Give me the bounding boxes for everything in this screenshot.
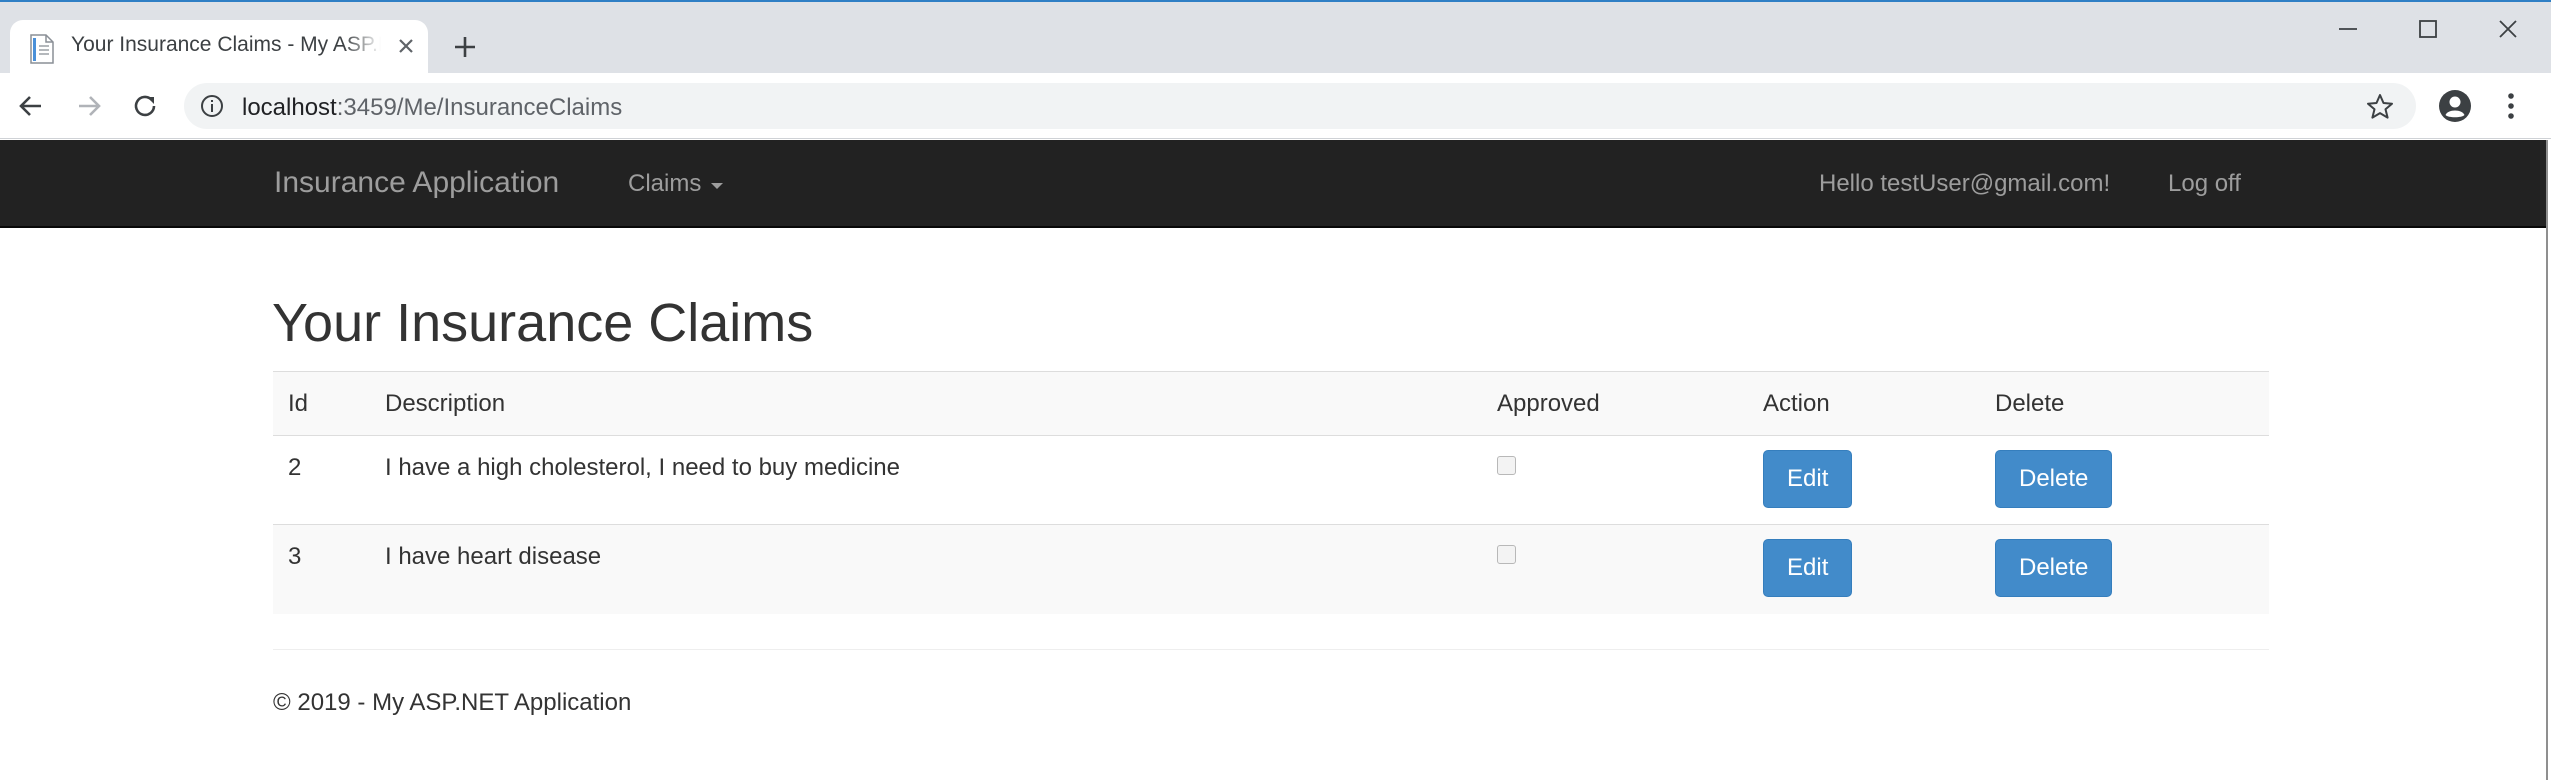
maximize-icon[interactable] xyxy=(2413,14,2443,44)
claims-table: Id Description Approved Action Delete 2 … xyxy=(273,371,2269,614)
navbar-brand[interactable]: Insurance Application xyxy=(274,166,559,200)
delete-button[interactable]: Delete xyxy=(1995,539,2113,597)
url-path: :3459/Me/InsuranceClaims xyxy=(336,94,623,121)
table-header-row: Id Description Approved Action Delete xyxy=(273,371,2269,436)
address-bar[interactable]: localhost:3459/Me/InsuranceClaims xyxy=(184,83,2416,129)
browser-tab-active[interactable]: Your Insurance Claims - My ASP.NET Appli… xyxy=(10,20,428,75)
star-icon[interactable] xyxy=(2365,92,2395,122)
back-arrow-icon[interactable] xyxy=(14,89,48,123)
claim-id: 3 xyxy=(273,524,370,614)
info-icon[interactable] xyxy=(200,94,224,118)
url-text: localhost:3459/Me/InsuranceClaims xyxy=(242,94,622,122)
delete-button[interactable]: Delete xyxy=(1995,450,2113,508)
reload-icon[interactable] xyxy=(128,89,162,123)
table-row: 2 I have a high cholesterol, I need to b… xyxy=(273,435,2269,525)
edit-button[interactable]: Edit xyxy=(1763,539,1853,597)
claim-description: I have a high cholesterol, I need to buy… xyxy=(370,435,1482,525)
claim-id: 2 xyxy=(273,435,370,525)
footer-copyright: © 2019 - My ASP.NET Application xyxy=(273,689,632,716)
more-vert-icon[interactable] xyxy=(2502,87,2520,125)
window-close-icon[interactable] xyxy=(2493,14,2523,44)
approved-checkbox[interactable] xyxy=(1497,545,1516,564)
column-header-description: Description xyxy=(370,371,1482,436)
site-navbar: Insurance Application Claims Hello testU… xyxy=(0,140,2546,228)
document-icon xyxy=(29,34,55,64)
column-header-id: Id xyxy=(273,371,370,436)
column-header-delete: Delete xyxy=(1980,371,2269,436)
browser-titlebar: Your Insurance Claims - My ASP.NET Appli… xyxy=(0,0,2551,75)
user-greeting-link[interactable]: Hello testUser@gmail.com! xyxy=(1819,170,2110,198)
logoff-link[interactable]: Log off xyxy=(2168,170,2241,198)
plus-icon[interactable] xyxy=(450,32,480,62)
account-icon[interactable] xyxy=(2436,87,2474,125)
tab-title: Your Insurance Claims - My ASP.NET Appli… xyxy=(71,33,381,56)
minimize-icon[interactable] xyxy=(2333,14,2363,44)
column-header-action: Action xyxy=(1748,371,1980,436)
browser-toolbar: localhost:3459/Me/InsuranceClaims xyxy=(0,73,2551,139)
close-icon[interactable] xyxy=(392,32,420,60)
claim-description: I have heart disease xyxy=(370,524,1482,614)
edit-button[interactable]: Edit xyxy=(1763,450,1853,508)
caret-down-icon xyxy=(711,182,724,189)
page-viewport: Insurance Application Claims Hello testU… xyxy=(0,140,2548,780)
column-header-approved: Approved xyxy=(1482,371,1748,436)
page-title: Your Insurance Claims xyxy=(272,293,814,353)
approved-checkbox[interactable] xyxy=(1497,456,1516,475)
table-row: 3 I have heart disease Edit Delete xyxy=(273,524,2269,614)
forward-arrow-icon[interactable] xyxy=(72,89,106,123)
claims-dropdown[interactable]: Claims xyxy=(628,170,724,198)
claims-dropdown-label: Claims xyxy=(628,170,702,197)
footer-divider xyxy=(273,649,2269,650)
url-host: localhost xyxy=(242,94,337,121)
